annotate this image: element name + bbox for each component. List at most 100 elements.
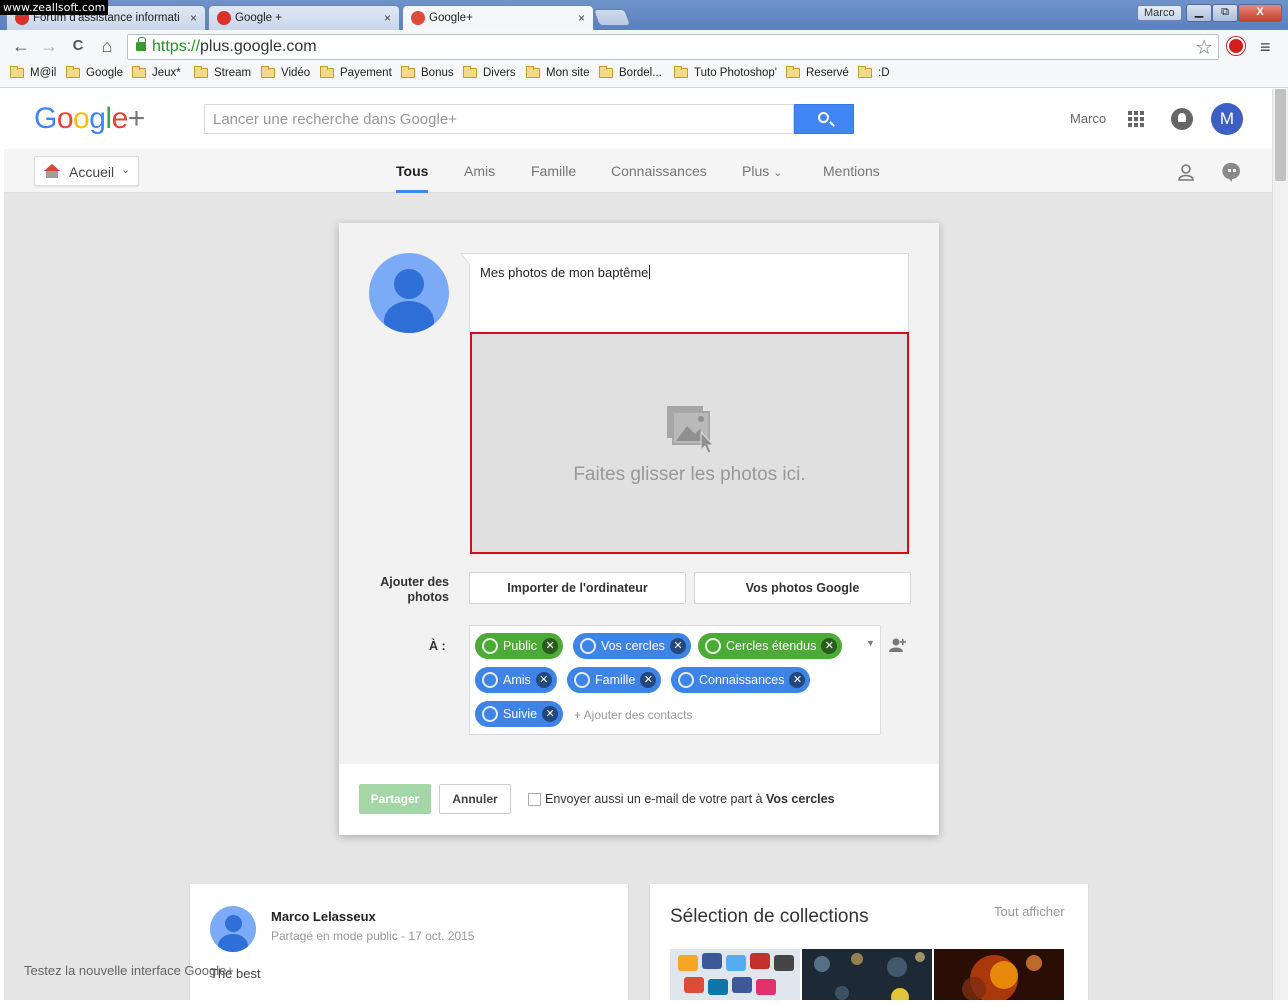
folder-icon [463,66,477,78]
search-input[interactable]: Lancer une recherche dans Google+ [204,104,794,134]
email-checkbox[interactable] [528,793,541,806]
tab-close-icon[interactable]: × [578,11,585,25]
remove-chip-icon[interactable]: ✕ [535,672,552,688]
recipient-chip-cercles-etendus[interactable]: Cercles étendus ✕ [698,633,843,659]
browser-tab-google-plus-active[interactable]: Google+ × [402,5,594,30]
tab-plus[interactable]: Plus ⌄ [742,163,782,179]
tab-mentions[interactable]: Mentions [823,163,880,179]
adblock-extension-icon[interactable] [1227,37,1245,55]
add-person-icon[interactable] [889,637,907,653]
folder-icon [194,66,208,78]
add-contacts-input[interactable]: + Ajouter des contacts [574,708,692,722]
new-tab-button[interactable] [592,9,632,26]
tab-close-icon[interactable]: × [384,11,391,25]
collection-thumbnail-nebula[interactable] [934,949,1064,1000]
browser-tab-google-plus-1[interactable]: Google + × [208,5,400,30]
bookmark-folder[interactable]: Vidéo [261,66,310,79]
recipient-chip-famille[interactable]: Famille ✕ [567,667,662,693]
google-photos-button[interactable]: Vos photos Google [694,572,911,604]
tab-close-icon[interactable]: × [190,11,197,25]
folder-icon [674,66,688,78]
remove-chip-icon[interactable]: ✕ [542,706,559,722]
collection-thumbnail-bokeh[interactable] [802,949,932,1000]
tab-amis[interactable]: Amis [464,163,495,179]
circles-icon [482,672,498,688]
search-button[interactable] [794,104,854,134]
circles-icon [482,706,498,722]
bookmark-folder[interactable]: Mon site [526,66,589,79]
home-button[interactable]: ⌂ [96,35,118,57]
bookmark-folder[interactable]: Google [66,66,123,79]
scrollbar-thumb[interactable] [1275,89,1286,181]
bookmark-folder[interactable]: Reservé [786,66,849,79]
bookmark-folder[interactable]: Tuto Photoshop' [674,66,777,79]
bookmark-folder[interactable]: Payement [320,66,392,79]
address-bar[interactable]: https://plus.google.com ☆ [127,34,1219,60]
folder-icon [858,66,872,78]
url-text: https://plus.google.com [152,38,317,56]
recipient-chip-amis[interactable]: Amis ✕ [475,667,557,693]
people-icon[interactable] [1176,162,1196,182]
bookmark-folder[interactable]: :D [858,66,890,79]
globe-icon [482,638,498,654]
tab-connaissances[interactable]: Connaissances [611,163,707,179]
tab-tous[interactable]: Tous [396,163,428,179]
author-avatar [369,253,449,333]
gplus-header: Google+ Lancer une recherche dans Google… [4,89,1272,149]
dropdown-caret-icon[interactable]: ▼ [866,638,875,648]
import-from-computer-button[interactable]: Importer de l'ordinateur [469,572,686,604]
remove-chip-icon[interactable]: ✕ [821,638,838,654]
bookmark-folder[interactable]: Jeux* [132,66,181,79]
remove-chip-icon[interactable]: ✕ [789,672,806,688]
post-author-name[interactable]: Marco Lelasseux [271,909,376,924]
page-scrollbar[interactable] [1272,89,1288,1000]
bookmark-folder[interactable]: Stream [194,66,251,79]
dropzone-text: Faites glisser les photos ici. [573,464,806,485]
forward-button[interactable]: → [38,35,60,57]
bookmark-folder[interactable]: M@il [10,66,56,79]
url-scheme: https:// [152,38,201,55]
chevron-down-icon: ⌄ [773,167,783,179]
remove-chip-icon[interactable]: ✕ [542,638,559,654]
apps-grid-icon[interactable] [1128,111,1144,127]
recipient-chip-public[interactable]: Public ✕ [475,633,564,659]
minimize-button[interactable]: ▁ [1186,4,1212,22]
remove-chip-icon[interactable]: ✕ [640,672,657,688]
close-window-button[interactable]: X [1238,4,1282,22]
bookmark-star-icon[interactable]: ☆ [1195,35,1213,60]
post-author-avatar[interactable] [210,906,256,952]
home-label: Accueil [69,164,115,180]
hangouts-icon[interactable] [1222,162,1242,182]
post-text-input[interactable]: Mes photos de mon baptême [460,253,909,333]
circles-icon [574,672,590,688]
see-all-link[interactable]: Tout afficher [994,904,1065,919]
reload-button[interactable]: C [67,35,89,57]
cancel-button[interactable]: Annuler [439,784,511,814]
google-plus-logo[interactable]: Google+ [34,102,145,136]
account-avatar[interactable]: M [1211,103,1243,135]
back-button[interactable]: ← [10,35,32,57]
photo-dropzone[interactable]: Faites glisser les photos ici. [470,332,909,554]
share-button[interactable]: Partager [359,784,431,814]
tab-famille[interactable]: Famille [531,163,576,179]
restore-button[interactable]: ⧉ [1212,4,1238,22]
bookmark-folder[interactable]: Bordel... [599,66,662,79]
recipient-chip-connaissances[interactable]: Connaissances ✕ [671,667,811,693]
collection-thumbnail-social[interactable] [670,949,800,1000]
remove-chip-icon[interactable]: ✕ [669,638,686,654]
folder-icon [261,66,275,78]
browser-menu-icon[interactable]: ≡ [1260,37,1271,58]
bookmark-folder[interactable]: Divers [463,66,516,79]
bookmark-folder[interactable]: Bonus [401,66,454,79]
user-name-link[interactable]: Marco [1070,111,1106,126]
tab-title: Google + [235,12,282,24]
browser-user-chip[interactable]: Marco [1137,5,1182,21]
recipient-chip-vos-cercles[interactable]: Vos cercles ✕ [573,633,691,659]
home-menu-button[interactable]: Accueil ⌄ [34,156,139,186]
notifications-bell-icon[interactable] [1171,108,1193,130]
new-interface-prompt[interactable]: Testez la nouvelle interface Google+ [24,963,234,978]
tab-title: Google+ [429,12,473,24]
recipient-chip-suivie[interactable]: Suivie ✕ [475,701,564,727]
recipients-field[interactable]: Public ✕ Vos cercles ✕ Cercles étendus ✕ Am… [469,625,881,735]
folder-icon [401,66,415,78]
